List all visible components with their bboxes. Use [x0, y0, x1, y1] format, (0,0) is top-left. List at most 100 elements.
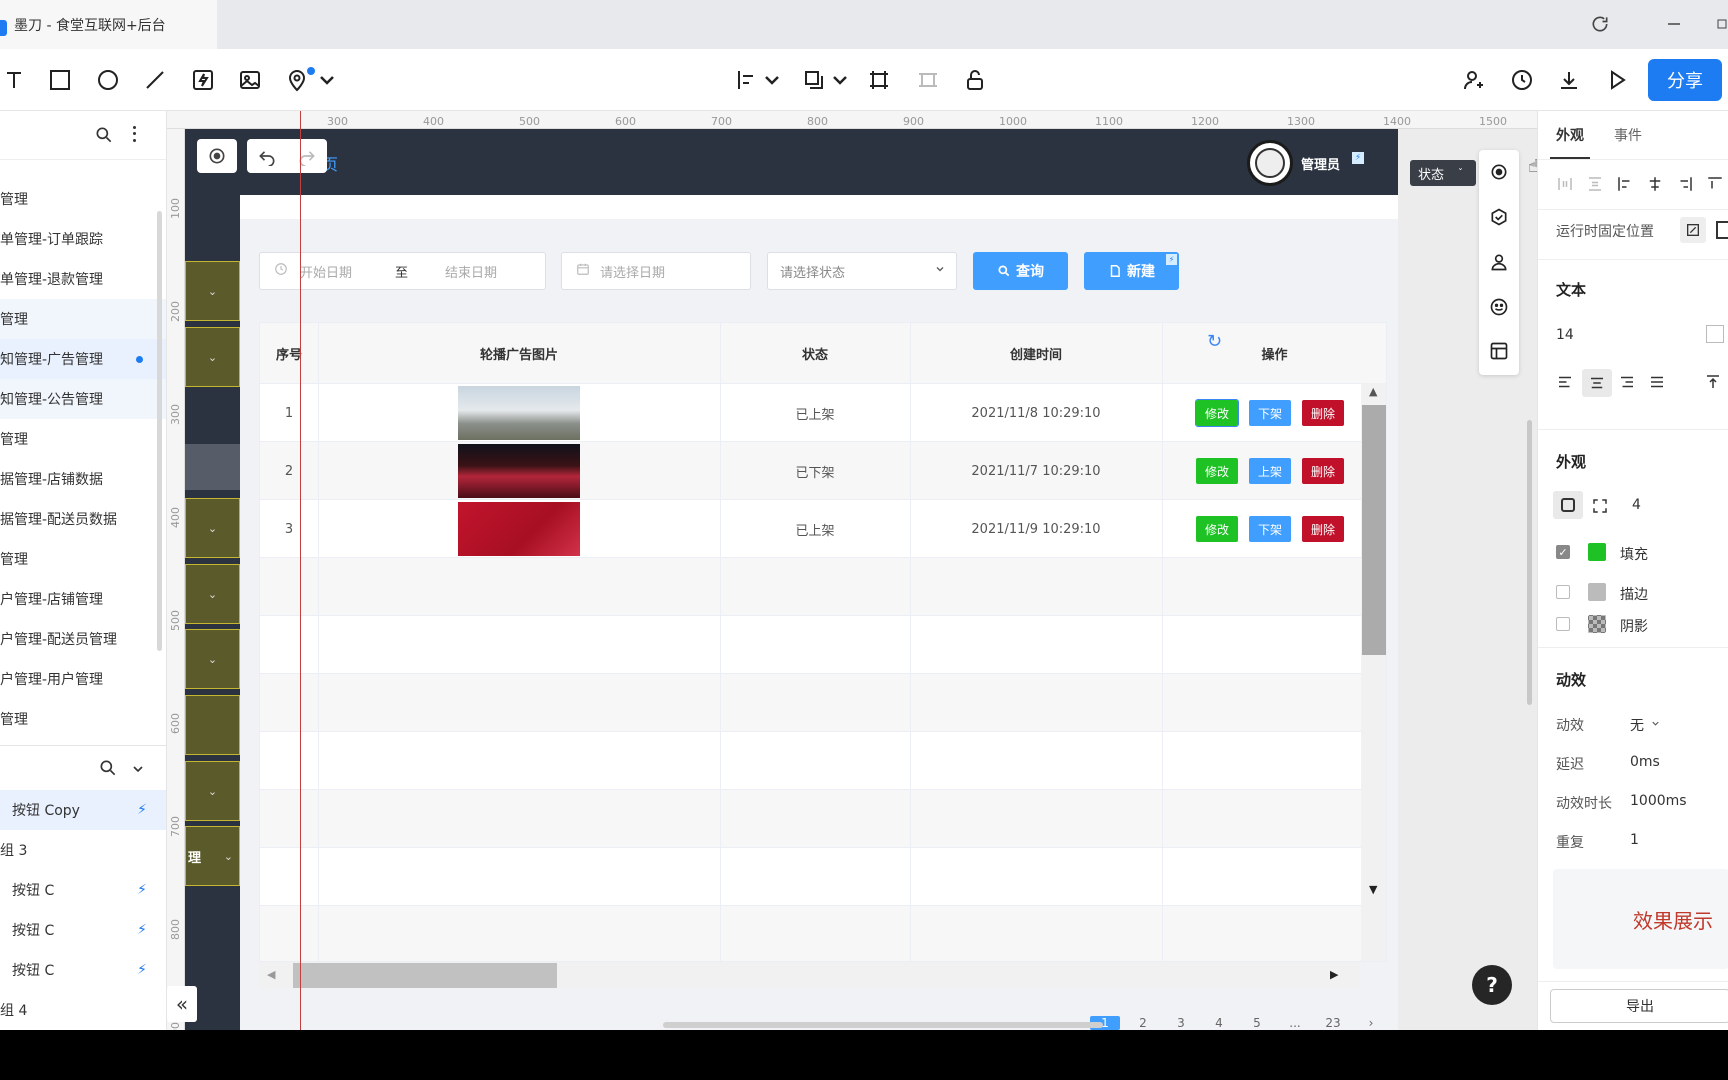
collapse-panel-button[interactable]: «	[167, 986, 197, 1022]
layout-template-icon[interactable]	[1489, 341, 1509, 365]
export-button[interactable]: 导出	[1550, 989, 1728, 1023]
search-icon[interactable]	[94, 125, 114, 149]
corner-radius-value[interactable]: 4	[1632, 497, 1641, 513]
layer-item[interactable]: 组 3	[0, 830, 166, 870]
delete-button[interactable]: 删除	[1302, 458, 1344, 484]
scroll-left-icon[interactable]: ◀	[267, 968, 275, 981]
canvas-vertical-scrollbar[interactable]	[1527, 420, 1532, 705]
date-range-picker[interactable]: 开始日期 至 结束日期	[259, 252, 546, 290]
layer-item[interactable]: 按钮 C ⚡	[0, 910, 166, 950]
page-number[interactable]: 3	[1166, 1016, 1196, 1030]
text-tool-icon[interactable]	[2, 65, 26, 95]
tab-events[interactable]: 事件	[1614, 125, 1642, 145]
text-align-left-icon[interactable]	[1556, 373, 1574, 395]
scroll-down-icon[interactable]: ▼	[1369, 883, 1377, 896]
align-center-icon[interactable]	[1646, 175, 1664, 197]
target-icon[interactable]	[1489, 162, 1509, 186]
rotate-handle-icon[interactable]: ↻	[1207, 331, 1222, 352]
undo-icon[interactable]	[247, 146, 287, 166]
arrange-layer-icon[interactable]	[802, 65, 826, 95]
person-icon[interactable]	[1489, 252, 1509, 276]
play-preview-icon[interactable]	[1605, 65, 1629, 95]
banner-thumbnail[interactable]	[458, 386, 580, 440]
state-tag[interactable]: 状态 ˇ	[1410, 160, 1476, 186]
sidebar-menu-block[interactable]: ⌄	[185, 327, 240, 387]
location-pin-icon[interactable]	[285, 65, 315, 95]
layer-item[interactable]: 按钮 C ⚡	[0, 950, 166, 990]
page-item[interactable]: 据管理-店铺数据	[0, 459, 166, 499]
rectangle-tool-icon[interactable]	[48, 65, 72, 95]
sidebar-menu-block[interactable]: 理 ⌄	[185, 826, 240, 886]
page-item[interactable]: 知管理-广告管理	[0, 339, 166, 379]
corner-radius-toggle[interactable]	[1553, 491, 1583, 519]
page-item[interactable]: 管理	[0, 299, 166, 339]
sidebar-active-item[interactable]	[185, 444, 240, 490]
stroke-color-swatch[interactable]	[1588, 583, 1606, 601]
layer-item[interactable]: 按钮 C ⚡	[0, 870, 166, 910]
text-align-right-icon[interactable]	[1618, 373, 1636, 395]
toggle-shelf-button[interactable]: 上架	[1249, 458, 1291, 484]
scrollbar-thumb[interactable]	[1362, 405, 1386, 655]
page-item[interactable]: 知管理-公告管理	[0, 379, 166, 419]
layer-item[interactable]: 组 4	[0, 990, 166, 1030]
delete-button[interactable]: 删除	[1302, 400, 1344, 426]
search-icon[interactable]	[98, 758, 118, 782]
page-number[interactable]: 5	[1242, 1016, 1272, 1030]
sidebar-menu-block[interactable]: ⌄	[185, 564, 240, 624]
text-color-swatch[interactable]	[1706, 325, 1724, 343]
banner-thumbnail[interactable]	[458, 502, 580, 556]
image-tool-icon[interactable]	[238, 65, 262, 95]
sidebar-menu-block[interactable]: ⌄	[185, 629, 240, 689]
banner-thumbnail[interactable]	[458, 444, 580, 498]
horizontal-scrollbar[interactable]: ◀ ▶	[259, 962, 1360, 989]
chevron-down-icon[interactable]	[828, 65, 852, 95]
admin-name[interactable]: 管理员	[1301, 154, 1340, 173]
align-top-icon[interactable]	[1706, 175, 1724, 197]
end-date-input[interactable]: 结束日期	[445, 262, 497, 281]
align-right-icon[interactable]	[1676, 175, 1694, 197]
share-button[interactable]: 分享	[1648, 59, 1722, 101]
page-item[interactable]: 据管理-配送员数据	[0, 499, 166, 539]
hotspot-tool-icon[interactable]	[191, 65, 215, 95]
unlock-icon[interactable]	[963, 65, 987, 95]
toggle-shelf-button[interactable]: 下架	[1249, 400, 1291, 426]
preview-target-button[interactable]	[197, 139, 237, 173]
layer-item[interactable]: 按钮 Copy ⚡	[0, 790, 166, 830]
fill-color-swatch[interactable]	[1588, 543, 1606, 561]
sidebar-menu-block[interactable]: ⌄	[185, 261, 240, 321]
canvas-scroll-indicator[interactable]	[663, 1022, 1103, 1028]
fill-checkbox[interactable]: ✓	[1556, 545, 1570, 559]
query-button[interactable]: 查询	[973, 252, 1068, 290]
delay-value[interactable]: 0ms	[1630, 754, 1660, 770]
page-item[interactable]: 户管理-用户管理	[0, 659, 166, 699]
vertical-scrollbar[interactable]: ▲ ▼	[1361, 383, 1386, 961]
text-justify-icon[interactable]	[1648, 373, 1666, 395]
scroll-up-icon[interactable]: ▲	[1369, 385, 1377, 398]
shadow-checkbox[interactable]	[1556, 617, 1570, 631]
page-number[interactable]: 4	[1204, 1016, 1234, 1030]
add-user-icon[interactable]	[1462, 65, 1486, 95]
scroll-right-icon[interactable]: ▶	[1330, 968, 1338, 981]
page-list-scrollbar[interactable]	[157, 211, 162, 651]
edit-button[interactable]: 修改	[1196, 516, 1238, 542]
scrollbar-thumb[interactable]	[293, 963, 557, 988]
download-icon[interactable]	[1557, 65, 1581, 95]
fixed-position-option[interactable]	[1716, 221, 1728, 239]
more-icon[interactable]	[130, 124, 138, 144]
start-date-input[interactable]: 开始日期	[300, 262, 395, 281]
new-button[interactable]: 新建 ⚡	[1084, 252, 1179, 290]
page-number[interactable]: 23	[1318, 1016, 1348, 1030]
page-number[interactable]: ...	[1280, 1016, 1310, 1030]
ellipse-tool-icon[interactable]	[96, 65, 120, 95]
align-left-icon[interactable]	[735, 65, 759, 95]
date-picker[interactable]: 请选择日期	[561, 252, 751, 290]
admin-avatar[interactable]	[1247, 140, 1293, 186]
fixed-position-toggle[interactable]	[1680, 217, 1706, 243]
line-tool-icon[interactable]	[143, 65, 167, 95]
chevron-down-icon[interactable]	[760, 65, 784, 95]
document-tab[interactable]: 墨刀 - 食堂互联网+后台	[0, 0, 217, 49]
history-icon[interactable]	[1510, 65, 1534, 95]
status-select[interactable]: 请选择状态	[767, 252, 957, 290]
distribute-vertical-icon[interactable]	[1586, 175, 1604, 197]
sidebar-menu-block[interactable]: ⌄	[185, 498, 240, 558]
